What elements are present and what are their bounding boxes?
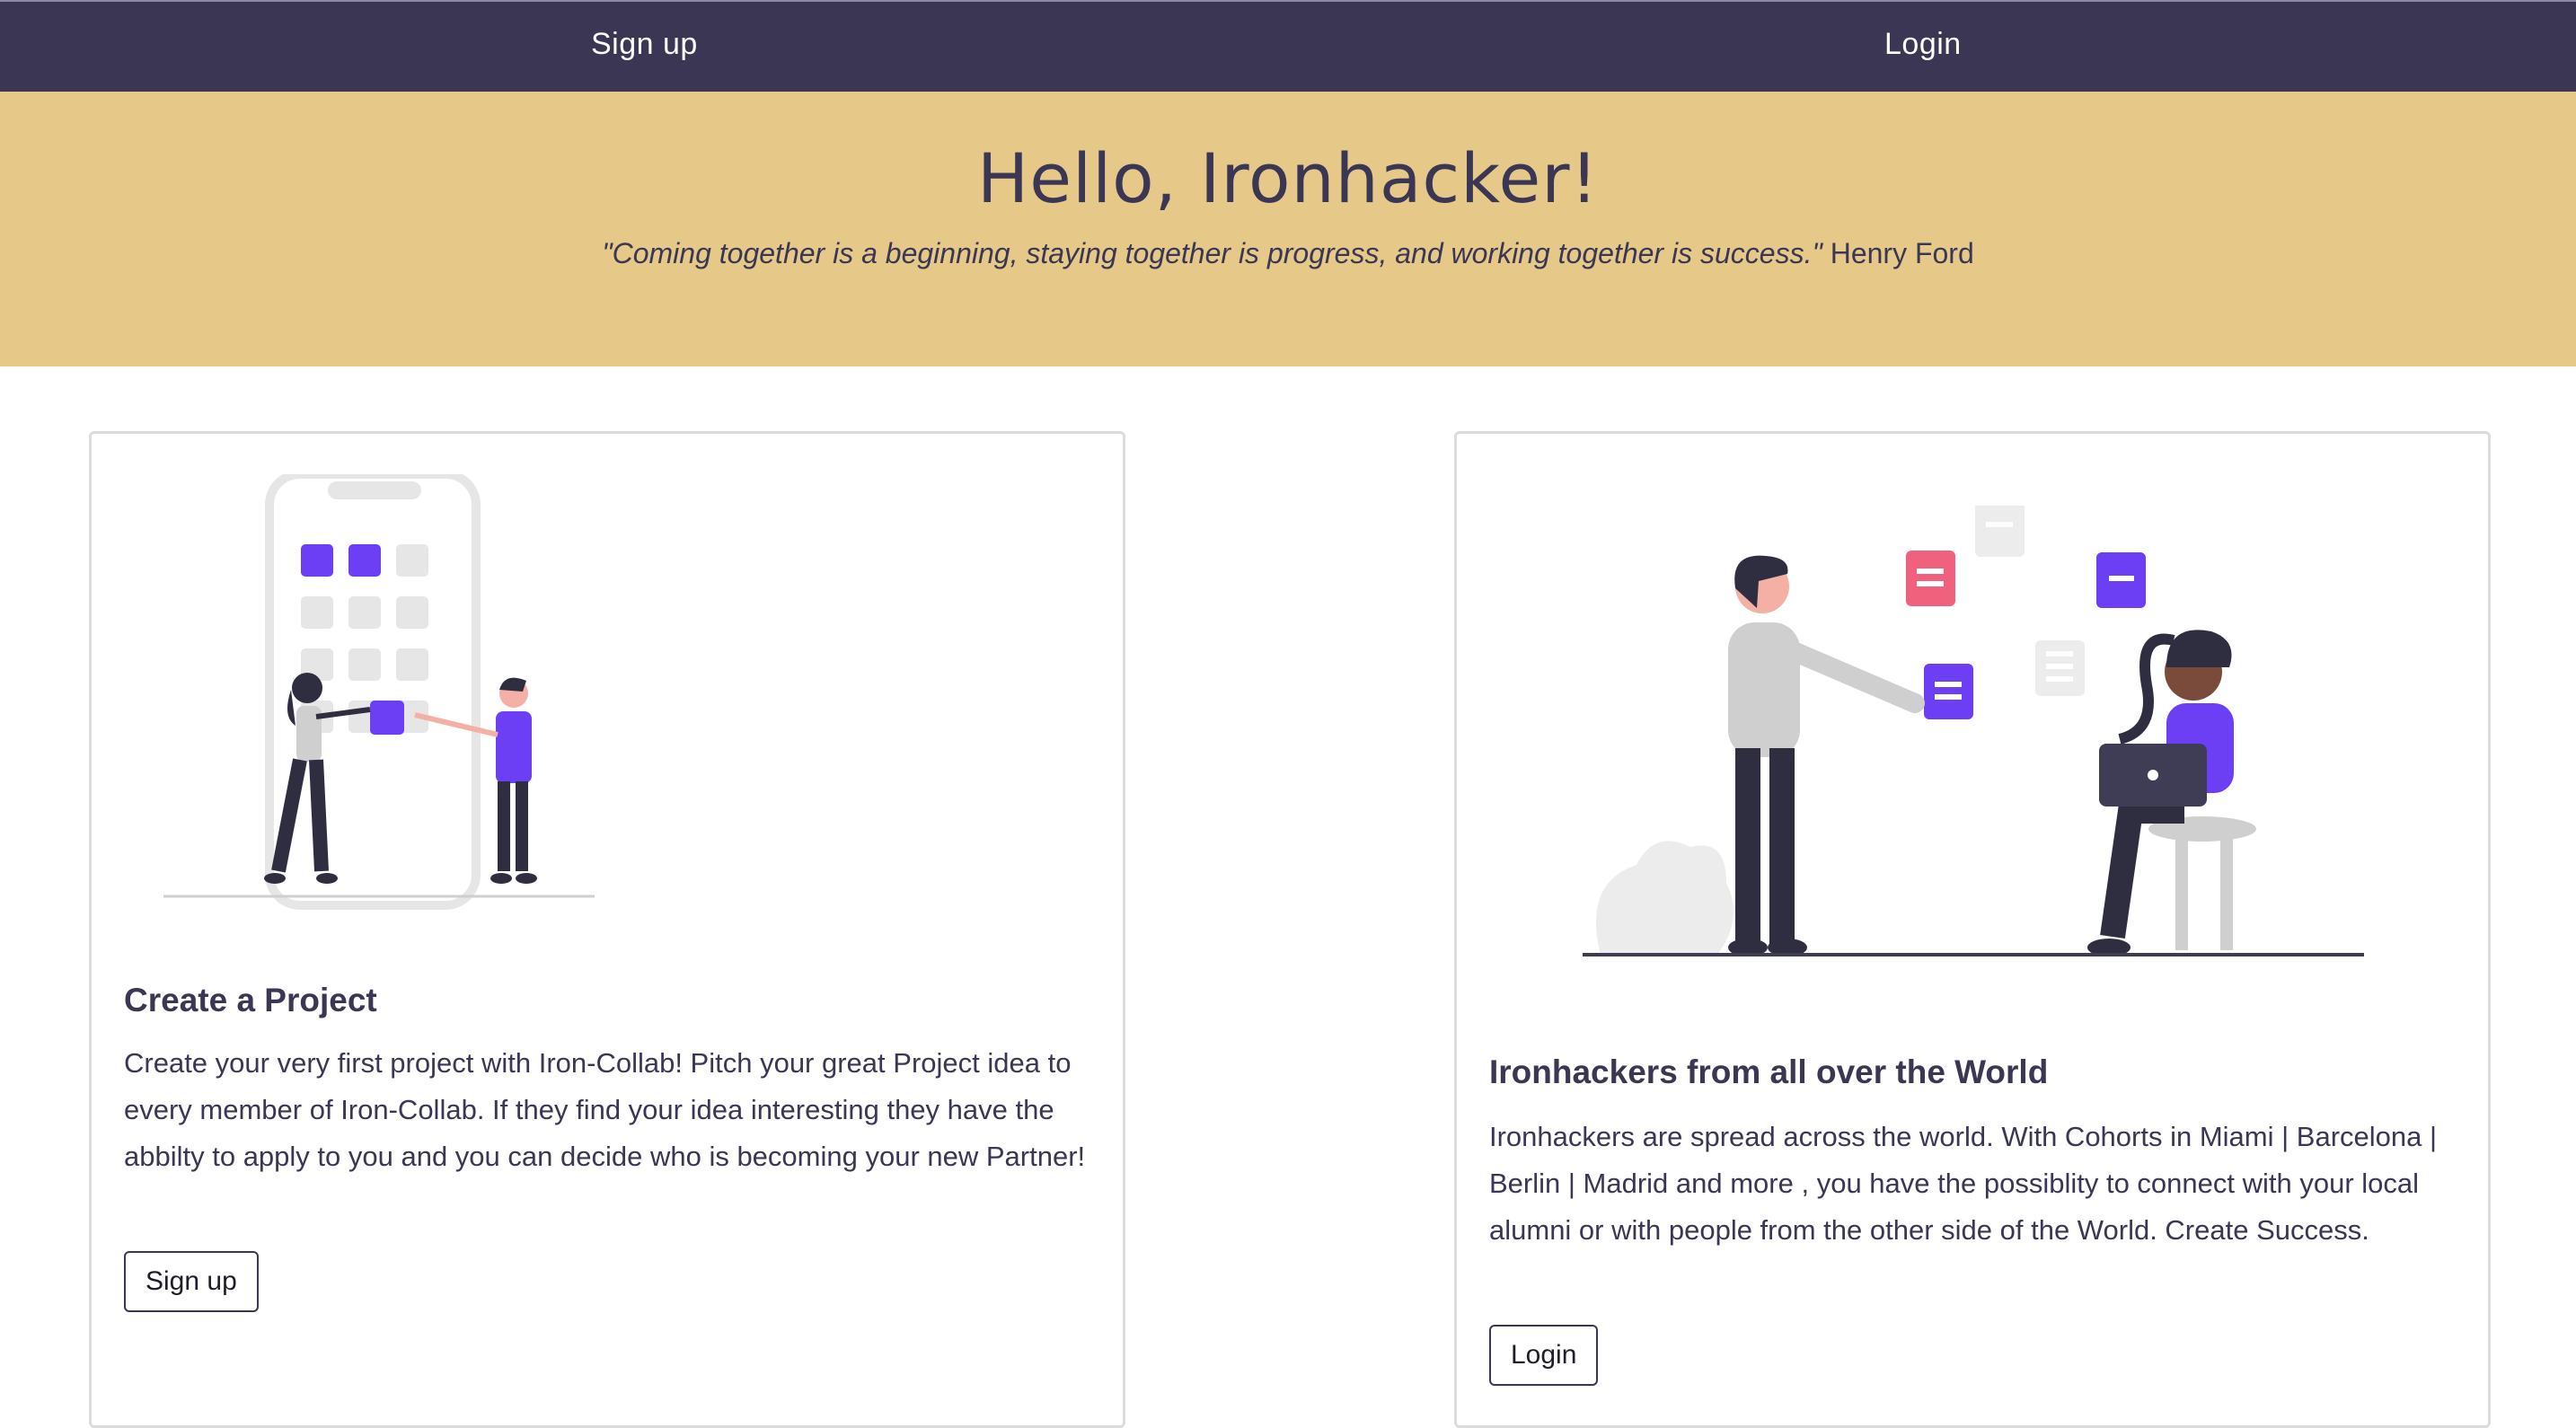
signup-button[interactable]: Sign up bbox=[124, 1251, 259, 1312]
card-title: Ironhackers from all over the World bbox=[1489, 1053, 2049, 1090]
people-building-app-illustration bbox=[163, 474, 595, 910]
hero-quote-line: "Coming together is a beginning, staying… bbox=[0, 237, 2576, 270]
hero-quote: "Coming together is a beginning, staying… bbox=[602, 237, 1822, 269]
card-text: Create your very first project with Iron… bbox=[124, 1047, 1086, 1172]
card-text: Ironhackers are spread across the world.… bbox=[1489, 1121, 2438, 1246]
hero-banner: Hello, Ironhacker! "Coming together is a… bbox=[0, 92, 2576, 366]
login-button[interactable]: Login bbox=[1489, 1325, 1599, 1386]
people-messaging-illustration bbox=[1583, 506, 2364, 956]
ironhackers-world-card: Ironhackers from all over the World Iron… bbox=[1454, 431, 2491, 1428]
nav-signup-link[interactable]: Sign up bbox=[591, 27, 698, 62]
nav-login-link[interactable]: Login bbox=[1884, 27, 1962, 62]
hero-quote-author: Henry Ford bbox=[1830, 237, 1974, 269]
top-navbar: Sign up Login bbox=[0, 0, 2576, 92]
hero-title: Hello, Ironhacker! bbox=[977, 138, 1599, 218]
create-project-card: Create a Project Create your very first … bbox=[89, 431, 1125, 1428]
card-title: Create a Project bbox=[124, 982, 377, 1018]
